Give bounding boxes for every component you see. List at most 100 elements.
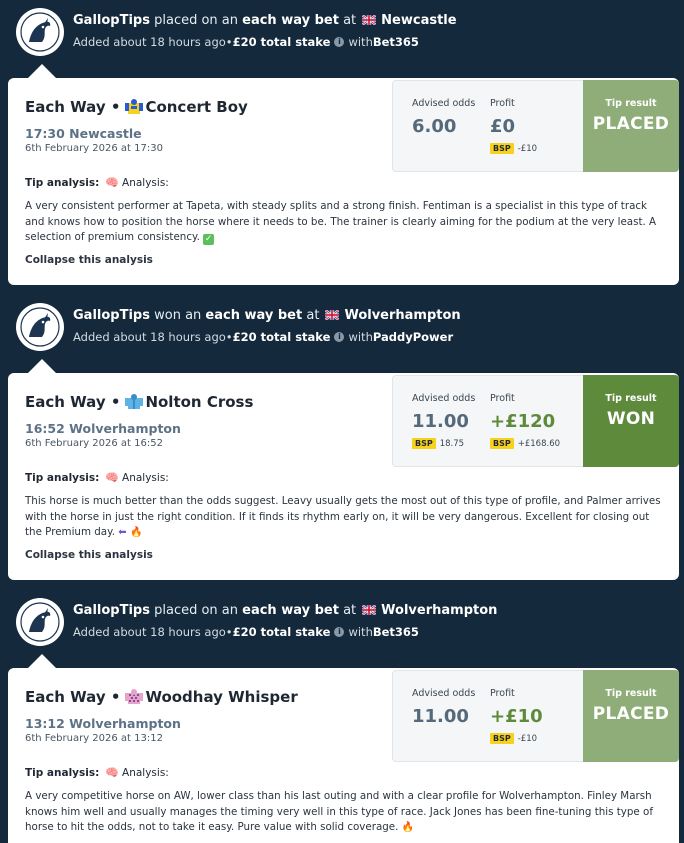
analysis-label: Tip analysis: [25, 471, 100, 484]
analysis-body: A very consistent performer at Tapeta, w… [25, 200, 657, 243]
race-time[interactable]: 13:12 Wolverhampton [25, 716, 181, 731]
with-word: with [348, 35, 373, 49]
tip-verb: placed on an [154, 603, 238, 618]
brain-icon: 🧠 [105, 176, 120, 189]
odds-bsp: BSP 18.75 [412, 438, 464, 449]
odds-panel: Advised odds 6.00 Profit £0 BSP -£10 [392, 80, 584, 172]
result-panel: Tip result WON [583, 375, 679, 467]
added-time: Added about 18 hours ago [73, 330, 226, 344]
tip-summary: GallopTips placed on an each way bet at … [73, 603, 497, 618]
tip-meta: Added about 18 hours ago • £20 total sta… [73, 330, 454, 344]
bsp-tag: BSP [490, 438, 514, 449]
avatar[interactable] [16, 8, 64, 56]
bet-label: Each Way [25, 98, 106, 116]
odds-panel: Advised odds 11.00 BSP 18.75 Profit +£12… [392, 375, 584, 467]
bet-label: Each Way [25, 393, 106, 411]
race-time[interactable]: 16:52 Wolverhampton [25, 421, 181, 436]
race-date: 6th February 2026 at 16:52 [25, 438, 163, 449]
bookmaker[interactable]: Bet365 [373, 625, 419, 639]
fire-icon: 🔥 [129, 527, 143, 538]
advised-odds-label: Advised odds [412, 393, 476, 404]
profit-bsp: BSP -£10 [490, 733, 537, 744]
at-word: at [343, 603, 357, 618]
avatar[interactable] [16, 303, 64, 351]
result-value: WON [606, 409, 656, 429]
tip-item: GallopTips won an each way bet at Wolver… [0, 295, 684, 590]
course-name[interactable]: Wolverhampton [344, 308, 460, 323]
profit-label: Profit [490, 688, 515, 699]
odds-bsp-value: 18.75 [439, 438, 465, 449]
added-time: Added about 18 hours ago [73, 625, 226, 639]
profit-bsp-value: +£168.60 [517, 438, 561, 449]
tip-header: GallopTips placed on an each way bet at … [0, 0, 684, 78]
race-time[interactable]: 17:30 Newcastle [25, 126, 142, 141]
tip-item: GallopTips placed on an each way bet at … [0, 590, 684, 843]
uk-flag-icon [325, 309, 340, 320]
horse-name[interactable]: Concert Boy [145, 98, 247, 116]
bookmaker[interactable]: PaddyPower [373, 330, 453, 344]
collapse-analysis-link[interactable]: Collapse this analysis [25, 254, 153, 266]
with-word: with [348, 625, 373, 639]
course-name[interactable]: Wolverhampton [381, 603, 497, 618]
light-blue-silk-icon [125, 394, 144, 409]
info-icon[interactable]: i [334, 627, 345, 637]
course-name[interactable]: Newcastle [381, 13, 456, 28]
result-value: PLACED [592, 704, 670, 724]
pink-checked-silk-icon [125, 689, 144, 704]
tip-header: GallopTips placed on an each way bet at … [0, 590, 684, 668]
author-name[interactable]: GallopTips [73, 13, 150, 28]
analysis-heading: Tip analysis: 🧠 Analysis: [25, 176, 169, 189]
bet-type: each way bet [205, 308, 303, 323]
analysis-label: Tip analysis: [25, 766, 100, 779]
fire-icon: 🔥 [401, 822, 415, 833]
card-title: Each Way • Woodhay Whisper [25, 688, 298, 706]
profit-label: Profit [490, 393, 515, 404]
analysis-sublabel: Analysis: [122, 471, 169, 484]
stake: £20 total stake [232, 35, 331, 49]
profit-bsp: BSP -£10 [490, 143, 537, 154]
bsp-tag: BSP [412, 438, 436, 449]
result-value: PLACED [592, 114, 670, 134]
horse-name[interactable]: Woodhay Whisper [145, 688, 297, 706]
info-icon[interactable]: i [334, 332, 345, 342]
analysis-sublabel: Analysis: [122, 766, 169, 779]
profit-value: £0 [490, 116, 516, 137]
profit-value: +£10 [490, 706, 543, 727]
profit-value: +£120 [490, 411, 556, 432]
info-icon[interactable]: i [334, 37, 345, 47]
analysis-text: A very consistent performer at Tapeta, w… [25, 199, 665, 246]
card-pointer [28, 654, 56, 668]
horse-head-logo-icon [20, 307, 60, 347]
analysis-heading: Tip analysis: 🧠 Analysis: [25, 471, 169, 484]
result-panel: Tip result PLACED [583, 80, 679, 172]
bsp-tag: BSP [490, 733, 514, 744]
collapse-analysis-link[interactable]: Collapse this analysis [25, 549, 153, 561]
analysis-text: This horse is much better than the odds … [25, 494, 665, 541]
card-pointer [28, 359, 56, 373]
tip-summary: GallopTips won an each way bet at Wolver… [73, 308, 461, 323]
stake: £20 total stake [232, 330, 331, 344]
yellow-blue-silk-icon [125, 99, 144, 114]
bookmaker[interactable]: Bet365 [373, 35, 419, 49]
analysis-sublabel: Analysis: [122, 176, 169, 189]
uk-flag-icon [362, 604, 377, 615]
profit-bsp-value: -£10 [517, 143, 538, 154]
author-name[interactable]: GallopTips [73, 603, 150, 618]
at-word: at [306, 308, 320, 323]
back-arrow-icon: ⬅ [118, 527, 127, 538]
horse-name[interactable]: Nolton Cross [145, 393, 253, 411]
advised-odds-value: 6.00 [412, 116, 457, 137]
author-name[interactable]: GallopTips [73, 308, 150, 323]
tip-summary: GallopTips placed on an each way bet at … [73, 13, 457, 28]
tip-card: Each Way • Nolton Cross 16:52 Wolverhamp… [8, 373, 679, 580]
analysis-heading: Tip analysis: 🧠 Analysis: [25, 766, 169, 779]
tip-item: GallopTips placed on an each way bet at … [0, 0, 684, 295]
brain-icon: 🧠 [105, 471, 120, 484]
race-date: 6th February 2026 at 17:30 [25, 143, 163, 154]
avatar[interactable] [16, 598, 64, 646]
bet-label: Each Way [25, 688, 106, 706]
profit-bsp: BSP +£168.60 [490, 438, 560, 449]
added-time: Added about 18 hours ago [73, 35, 226, 49]
horse-head-logo-icon [20, 12, 60, 52]
tip-card: Each Way • Woodhay Whisper 13:12 Wolverh… [8, 668, 679, 843]
